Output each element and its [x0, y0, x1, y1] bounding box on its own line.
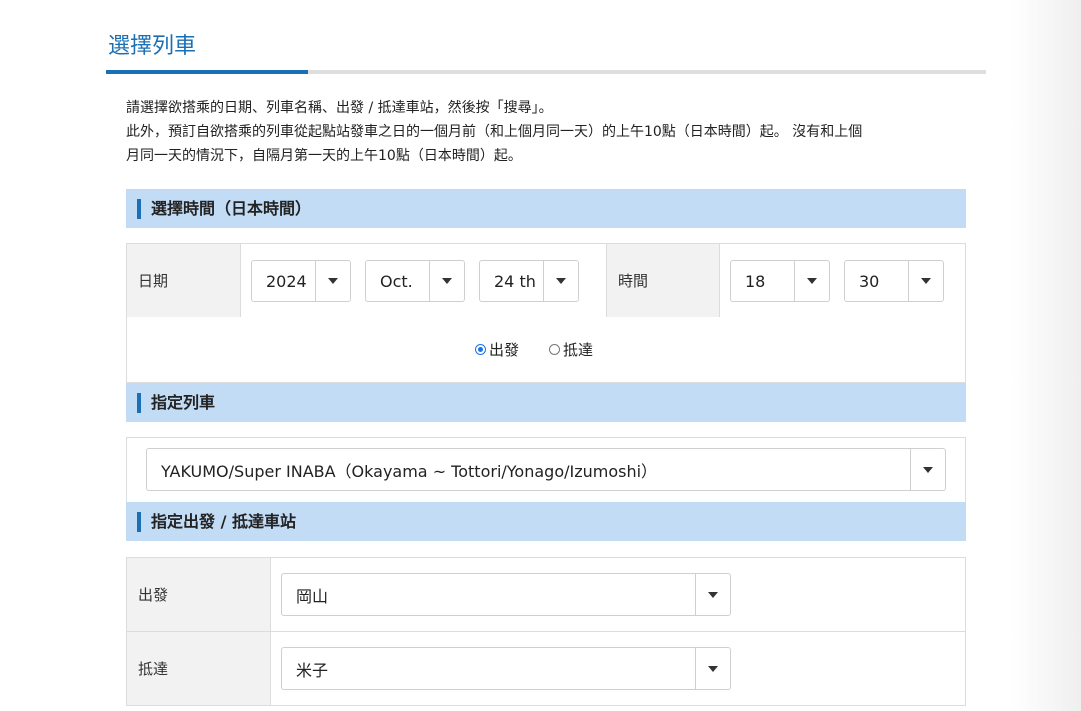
section-heading-time: 選擇時間（日本時間）	[126, 189, 966, 228]
depart-station-value: 岡山	[296, 586, 329, 606]
title-underline-accent	[106, 70, 308, 74]
caret-down-icon	[556, 278, 566, 284]
arrive-station-row: 抵達 米子	[126, 631, 966, 706]
section-heading-train: 指定列車	[126, 383, 966, 422]
depart-station-dropdown[interactable]	[695, 574, 730, 615]
date-label: 日期	[127, 244, 241, 317]
year-select[interactable]: 2024	[251, 260, 351, 302]
intro-line-1: 請選擇欲搭乘的日期、列車名稱、出發 / 抵達車站，然後按「搜尋」。	[126, 100, 553, 116]
day-dropdown[interactable]	[543, 261, 578, 301]
depart-station-row: 出發 岡山	[126, 557, 966, 632]
month-select[interactable]: Oct.	[365, 260, 465, 302]
year-dropdown[interactable]	[315, 261, 350, 301]
date-time-row: 日期 2024 Oct. 24 th 時間 18 30	[126, 243, 966, 318]
depart-station-label: 出發	[127, 558, 271, 631]
arrive-station-value: 米子	[296, 660, 329, 680]
caret-down-icon	[807, 278, 817, 284]
minute-value: 30	[859, 271, 880, 291]
caret-down-icon	[442, 278, 452, 284]
caret-down-icon	[328, 278, 338, 284]
day-value: 24 th	[494, 271, 536, 291]
section-heading-stations: 指定出發 / 抵達車站	[126, 502, 966, 541]
year-value: 2024	[266, 271, 307, 291]
depart-station-select[interactable]: 岡山	[281, 573, 731, 616]
arrive-station-dropdown[interactable]	[695, 648, 730, 689]
intro-text: 請選擇欲搭乘的日期、列車名稱、出發 / 抵達車站，然後按「搜尋」。 此外，預訂自…	[126, 96, 971, 168]
train-value: YAKUMO/Super INABA（Okayama ~ Tottori/Yon…	[161, 461, 658, 481]
radio-arrive-label: 抵達	[563, 341, 594, 359]
intro-line-2: 此外，預訂自欲搭乘的列車從起點站發車之日的一個月前（和上個月同一天）的上午10點…	[126, 124, 863, 140]
radio-arrive[interactable]: 抵達	[549, 339, 593, 360]
intro-line-3: 月同一天的情況下，自隔月第一天的上午10點（日本時間）起。	[126, 148, 522, 164]
minute-dropdown[interactable]	[908, 261, 943, 301]
train-dropdown[interactable]	[910, 449, 945, 490]
title-underline	[106, 70, 986, 74]
radio-depart-label: 出發	[489, 341, 520, 359]
depart-arrive-radio-row: 出發 抵達	[126, 317, 966, 383]
caret-down-icon	[708, 665, 718, 672]
day-select[interactable]: 24 th	[479, 260, 579, 302]
arrive-station-label: 抵達	[127, 632, 271, 705]
month-value: Oct.	[380, 271, 413, 291]
caret-down-icon	[923, 466, 933, 473]
train-row: YAKUMO/Super INABA（Okayama ~ Tottori/Yon…	[126, 437, 966, 502]
month-dropdown[interactable]	[429, 261, 464, 301]
radio-depart[interactable]: 出發	[475, 339, 519, 360]
page-title: 選擇列車	[108, 34, 197, 59]
caret-down-icon	[708, 591, 718, 598]
arrive-station-select[interactable]: 米子	[281, 647, 731, 690]
right-edge-shade	[1011, 0, 1081, 711]
train-select[interactable]: YAKUMO/Super INABA（Okayama ~ Tottori/Yon…	[146, 448, 946, 491]
time-label: 時間	[606, 244, 720, 317]
hour-select[interactable]: 18	[730, 260, 830, 302]
hour-value: 18	[745, 271, 766, 291]
depart-arrive-radio-group: 出發 抵達	[475, 339, 623, 360]
minute-select[interactable]: 30	[844, 260, 944, 302]
caret-down-icon	[921, 278, 931, 284]
radio-arrive-indicator[interactable]	[549, 344, 561, 355]
radio-depart-indicator[interactable]	[475, 344, 486, 355]
hour-dropdown[interactable]	[794, 261, 829, 301]
